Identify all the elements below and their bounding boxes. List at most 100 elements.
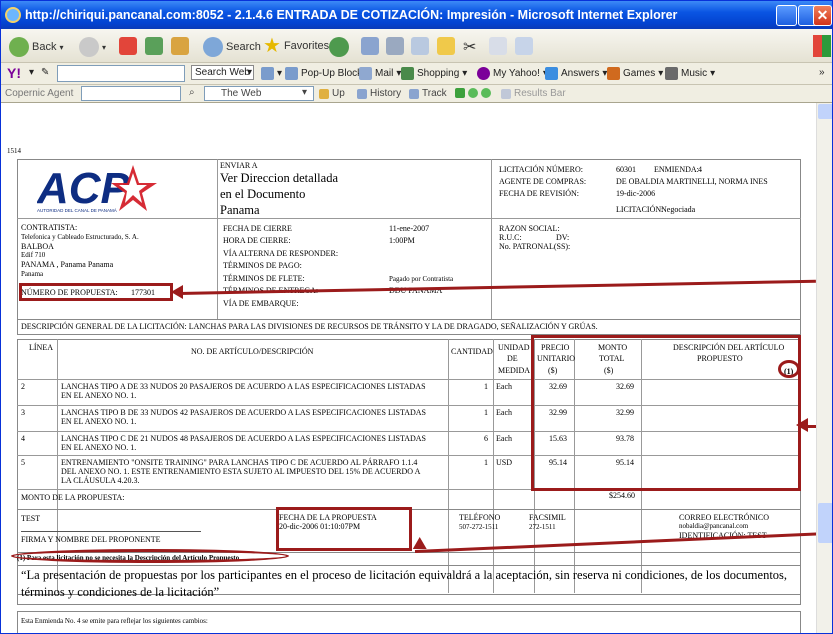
mail-icon [359,67,372,80]
search-web-dropdown[interactable]: ▾ [247,67,252,78]
highlight-numero-propuesta [19,283,173,301]
paste-button[interactable] [515,37,533,55]
tool-icon [455,88,465,98]
page-content: 1514 ACP AUTORIDAD DEL CANAL DE PANAMÁ E… [1,103,816,633]
answers-link[interactable]: Answers ▾ [545,67,607,80]
print-icon [386,37,404,55]
copernic-label: Copernic Agent [5,88,74,99]
back-button[interactable]: Back ▾ [9,37,63,57]
correo-label: CORREO ELECTRÓNICO [679,513,769,522]
divider [217,159,218,320]
minimize-button[interactable] [776,5,797,26]
star-icon: ★ [263,35,281,57]
monto-total: $254.60 [609,491,635,500]
copernic-search-icon[interactable]: ⌕ [189,87,195,98]
via-embarque-label: VÍA DE EMBARQUE: [223,299,299,308]
enmienda-label: ENMIENDA: [654,165,699,174]
media-button[interactable] [329,37,349,57]
favorites-button[interactable]: ★ Favorites [263,35,329,57]
go-forward-icon [481,88,491,98]
header-unidad-3: MEDIDA [498,366,530,375]
mail-link[interactable]: Mail ▾ [359,67,401,80]
cut-button[interactable]: ✂ [463,37,476,57]
up-button[interactable]: Up [319,88,345,99]
chevron-down-icon[interactable]: ▾ [302,87,307,98]
razon-social-label: RAZON SOCIAL: [499,224,560,233]
my-yahoo-link[interactable]: My Yahoo! ▾ [477,67,548,80]
highlight-button[interactable]: ▾ [261,67,282,80]
fecha-cierre: 11-ene-2007 [389,224,430,233]
results-bar-button[interactable]: Results Bar [501,88,566,99]
header-linea: LÍNEA [29,343,53,352]
copy-button[interactable] [489,37,507,55]
scroll-up-button[interactable] [818,104,832,119]
mail-button[interactable] [361,37,379,55]
row-desc: LANCHAS TIPO C DE 21 NUDOS 48 PASAJEROS … [61,434,426,443]
licitacion-label: LICITACIÓN: [616,205,664,214]
facsimil-label: FACSIMIL [529,513,566,522]
divider [493,339,494,593]
row-cantidad: 6 [484,434,488,443]
vertical-scrollbar[interactable] [816,103,832,633]
folder-icon [437,37,455,55]
forward-button[interactable]: ▾ [79,37,106,57]
search-web-button[interactable]: Search Web [191,65,254,80]
web-select[interactable]: The Web [204,86,314,101]
fecha-revision-label: FECHA DE REVISIÓN: [499,189,580,198]
licitacion-numero: 60301 [616,165,636,174]
yahoo-dropdown[interactable]: ▾ [29,67,34,78]
header-unidad-2: DE [507,354,518,363]
track-button[interactable]: Track [409,88,447,99]
edit-button[interactable] [411,37,429,55]
games-link[interactable]: Games ▾ [607,67,663,80]
terminos-pago-label: TÉRMINOS DE PAGO: [223,261,302,270]
print-button[interactable] [386,37,404,55]
ruc-label: R.U.C: [499,233,522,242]
highlight-nota-marker [778,360,800,378]
go-back-icon [468,88,478,98]
facsimil: 272-1511 [529,523,556,531]
folder-button[interactable] [437,37,455,55]
standard-toolbar: Back ▾ ▾ Search ★ Favorites ✂ [1,29,832,63]
logo-subtitle: AUTORIDAD DEL CANAL DE PANAMÁ [37,208,117,213]
page-id: 1514 [7,147,21,155]
scroll-thumb[interactable] [818,503,832,543]
correo: nobaldia@pancanal.com [679,522,749,530]
mail-icon [361,37,379,55]
home-button[interactable] [171,37,189,55]
divider [448,339,449,593]
dv-label: DV: [556,233,570,242]
proponente-nombre: TEST [21,514,41,523]
edit-pen-icon[interactable]: ✎ [41,67,49,78]
row-unidad: USD [496,458,513,467]
telefono-label: TELÉFONO [459,513,501,522]
search-button[interactable]: Search [203,37,261,57]
enmienda-text: Esta Enmienda No. 4 se emite para reflej… [21,617,208,625]
cut-icon: ✂ [463,39,477,56]
history-button[interactable]: History [357,88,401,99]
windows-logo-icon [813,35,831,57]
chevron-more-icon[interactable]: » [819,67,825,78]
yahoo-logo-icon[interactable]: Y! [7,65,21,81]
row-linea: 3 [21,408,25,417]
stop-button[interactable] [119,37,137,55]
aceptacion-line-1: “La presentación de propuestas por los p… [21,568,788,582]
back-arrow-icon [9,37,29,57]
results-bar-icon [501,88,511,99]
row-linea: 4 [21,434,25,443]
chevron-down-icon: ▾ [29,67,35,78]
nav-buttons[interactable] [455,88,491,98]
row-desc: DEL ANEXO NO. 1. ESTE ENTRENAMIENTO ESTA… [61,467,421,476]
shopping-link[interactable]: Shopping ▾ [401,67,467,80]
close-button[interactable]: ✕ [813,5,832,26]
copernic-search-input[interactable] [81,86,181,101]
header-articulo: NO. DE ARTÍCULO/DESCRIPCIÓN [191,347,314,356]
refresh-button[interactable] [145,37,163,55]
title-bar: http://chiriqui.pancanal.com:8052 - 2.1.… [1,1,832,29]
music-link[interactable]: Music ▾ [665,67,715,80]
highlight-price-columns [531,335,801,491]
home-icon [171,37,189,55]
yahoo-search-input[interactable] [57,65,185,82]
enmienda-value: 4 [698,165,702,174]
licitacion-tipo: Negociada [661,205,696,214]
